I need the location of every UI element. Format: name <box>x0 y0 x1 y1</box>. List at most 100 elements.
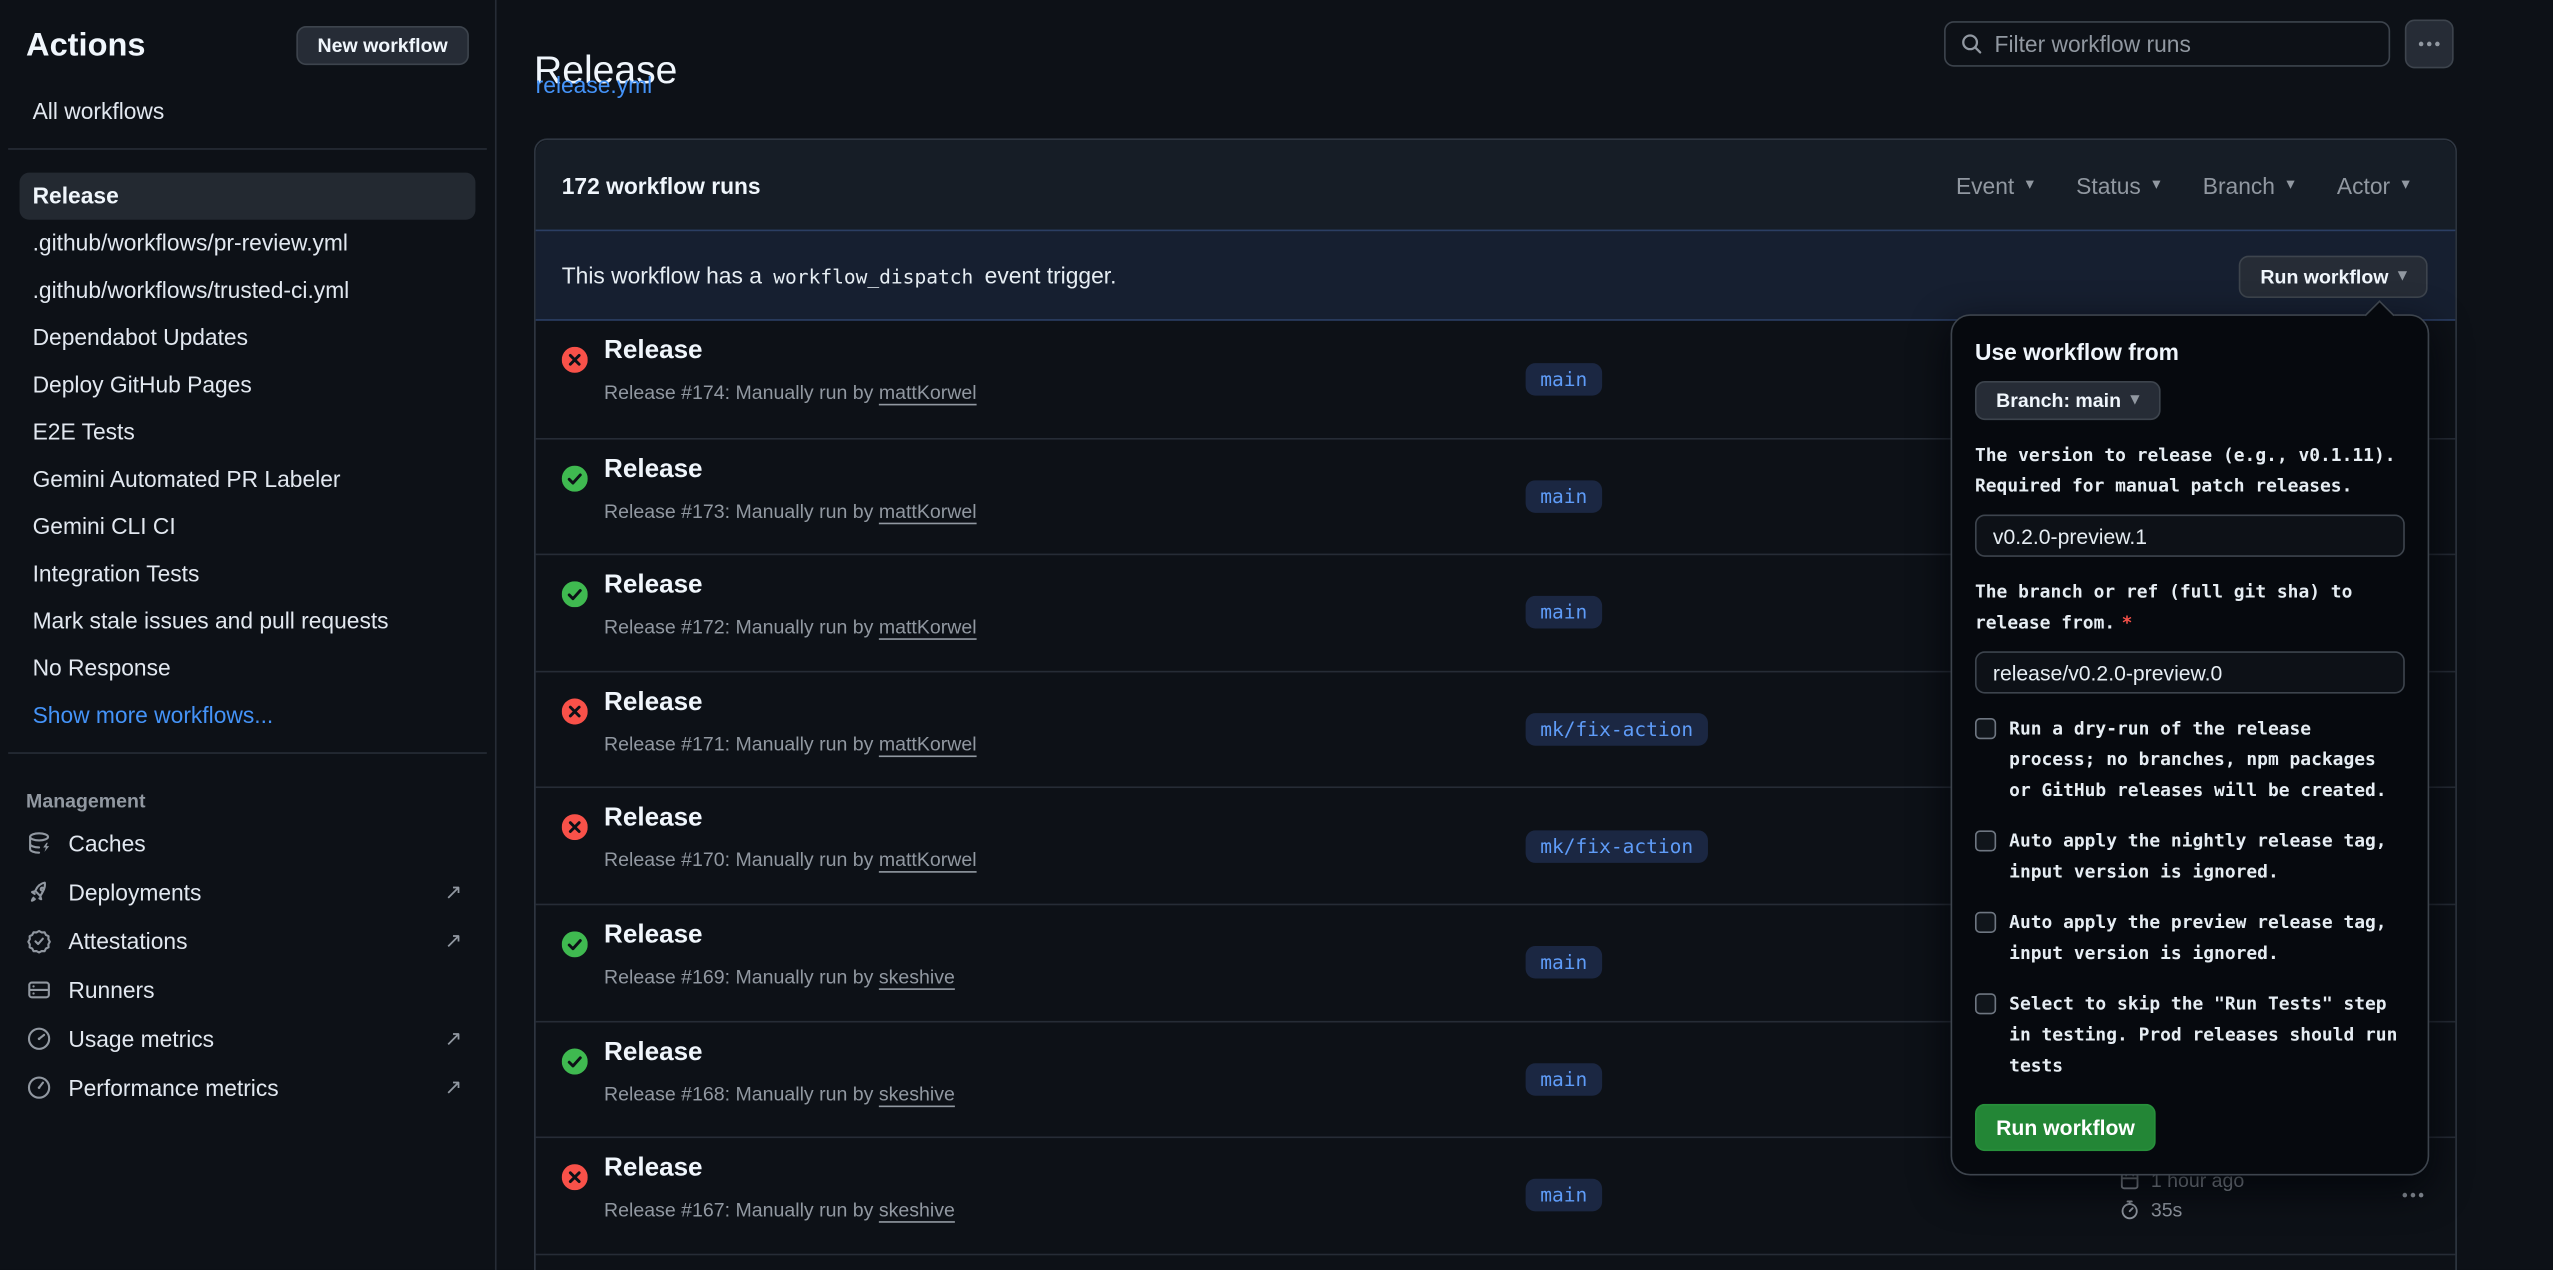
sidebar-item-workflow[interactable]: .github/workflows/trusted-ci.yml <box>20 267 476 314</box>
run-title-link[interactable]: Release <box>604 455 703 484</box>
sidebar-item-workflow[interactable]: Dependabot Updates <box>20 314 476 361</box>
workflow-nav: All workflows <box>0 88 495 135</box>
sidebar-item-workflow[interactable]: Gemini CLI CI <box>20 503 476 550</box>
run-description: Release #170: Manually run by mattKorwel <box>604 849 977 872</box>
run-workflow-dropdown-button[interactable]: Run workflow▾ <box>2239 256 2427 298</box>
sidebar-item-label: Usage metrics <box>68 1026 214 1052</box>
management-list: Caches ↗ Deployments ↗ Attestations ↗ <box>0 819 495 1112</box>
nightly-tag-checkbox[interactable] <box>1975 830 1996 851</box>
sidebar-item-workflow[interactable]: Deploy GitHub Pages <box>20 361 476 408</box>
workflow-file-link[interactable]: release.yml <box>536 72 653 98</box>
sidebar-item-workflow[interactable]: No Response <box>20 645 476 692</box>
run-title-link[interactable]: Release <box>604 337 703 366</box>
required-asterisk: * <box>2122 612 2133 633</box>
chevron-down-icon: ▾ <box>2398 269 2406 285</box>
external-link-icon: ↗ <box>445 928 463 954</box>
status-icon <box>562 698 588 724</box>
actor-link[interactable]: mattKorwel <box>879 499 977 522</box>
sidebar-item-performance-metrics[interactable]: Performance metrics ↗ <box>0 1063 495 1112</box>
actor-link[interactable]: mattKorwel <box>879 732 977 755</box>
run-title-link[interactable]: Release <box>604 1038 703 1067</box>
external-link-icon: ↗ <box>445 1075 463 1101</box>
actor-link[interactable]: skeshive <box>879 1082 955 1105</box>
workflow-dispatch-code: workflow_dispatch <box>773 265 973 288</box>
run-description: Release #169: Manually run by skeshive <box>604 965 955 988</box>
run-title-link[interactable]: Release <box>604 805 703 834</box>
new-workflow-button[interactable]: New workflow <box>296 26 469 65</box>
check-circle-icon <box>562 931 588 957</box>
sidebar-item-workflow[interactable]: E2E Tests <box>20 409 476 456</box>
ref-input[interactable] <box>1975 651 2405 693</box>
sidebar-item-workflow[interactable]: Gemini Automated PR Labeler <box>20 456 476 503</box>
workflow-list: Release .github/workflows/pr-review.yml … <box>0 173 495 740</box>
filter-status-dropdown[interactable]: Status▾ <box>2076 172 2160 198</box>
sidebar-item-release[interactable]: Release <box>20 173 476 220</box>
sidebar-item-deployments[interactable]: Deployments ↗ <box>0 868 495 917</box>
actor-link[interactable]: skeshive <box>879 1199 955 1222</box>
run-workflow-submit-button[interactable]: Run workflow <box>1975 1104 2156 1151</box>
branch-pill[interactable]: mk/fix-action <box>1526 713 1708 746</box>
filter-actor-dropdown[interactable]: Actor▾ <box>2337 172 2410 198</box>
filter-branch-dropdown[interactable]: Branch▾ <box>2203 172 2295 198</box>
sidebar-item-all-workflows[interactable]: All workflows <box>20 88 476 135</box>
actor-link[interactable]: skeshive <box>879 965 955 988</box>
run-description: Release #174: Manually run by mattKorwel <box>604 381 977 404</box>
checkbox-label: Auto apply the preview release tag, inpu… <box>2009 907 2405 969</box>
kebab-horizontal-icon <box>2416 31 2442 57</box>
sidebar-item-workflow[interactable]: .github/workflows/pr-review.yml <box>20 220 476 267</box>
sidebar-item-usage-metrics[interactable]: Usage metrics ↗ <box>0 1014 495 1063</box>
status-icon <box>562 1048 588 1074</box>
run-workflow-panel-title: Use workflow from <box>1975 339 2405 365</box>
branch-pill[interactable]: main <box>1526 946 1602 979</box>
sidebar-item-workflow[interactable]: Integration Tests <box>20 550 476 597</box>
banner-text: This workflow has aworkflow_dispatcheven… <box>562 262 1117 288</box>
actor-link[interactable]: mattKorwel <box>879 381 977 404</box>
workflow-run-row-partial <box>536 1253 2456 1270</box>
run-description: Release #173: Manually run by mattKorwel <box>604 499 977 522</box>
sidebar-item-runners[interactable]: Runners ↗ <box>0 966 495 1015</box>
preview-tag-checkbox[interactable] <box>1975 912 1996 933</box>
actions-page: Actions New workflow All workflows Relea… <box>0 0 2553 1270</box>
rocket-icon <box>26 879 52 905</box>
preview-tag-option: Auto apply the preview release tag, inpu… <box>1975 907 2405 969</box>
actions-sidebar: Actions New workflow All workflows Relea… <box>0 0 497 1270</box>
status-icon <box>562 931 588 957</box>
chevron-down-icon: ▾ <box>2402 177 2410 193</box>
show-more-workflows-link[interactable]: Show more workflows... <box>20 692 476 739</box>
run-workflow-panel: Use workflow from Branch: main▾ The vers… <box>1951 314 2430 1175</box>
chevron-down-icon: ▾ <box>2286 177 2294 193</box>
run-title-link[interactable]: Release <box>604 921 703 950</box>
sidebar-item-workflow[interactable]: Mark stale issues and pull requests <box>20 598 476 645</box>
x-circle-icon <box>562 815 588 841</box>
run-title-link[interactable]: Release <box>604 572 703 601</box>
skip-tests-checkbox[interactable] <box>1975 993 1996 1014</box>
sidebar-item-label: Attestations <box>68 928 187 954</box>
external-link-icon: ↗ <box>445 879 463 905</box>
run-title-link[interactable]: Release <box>604 688 703 717</box>
checkbox-label: Auto apply the nightly release tag, inpu… <box>2009 825 2405 887</box>
skip-tests-option: Select to skip the "Run Tests" step in t… <box>1975 988 2405 1081</box>
branch-pill[interactable]: main <box>1526 1063 1602 1096</box>
branch-selector-button[interactable]: Branch: main▾ <box>1975 381 2160 420</box>
version-input[interactable] <box>1975 515 2405 557</box>
run-title-link[interactable]: Release <box>604 1155 703 1184</box>
filter-workflow-runs-input[interactable] <box>1944 21 2390 67</box>
branch-pill[interactable]: main <box>1526 1180 1602 1213</box>
actor-link[interactable]: mattKorwel <box>879 849 977 872</box>
filter-event-dropdown[interactable]: Event▾ <box>1956 172 2034 198</box>
checkbox-label: Select to skip the "Run Tests" step in t… <box>2009 988 2405 1081</box>
cache-icon <box>26 830 52 856</box>
dry-run-checkbox[interactable] <box>1975 718 1996 739</box>
workflow-dispatch-banner: This workflow has aworkflow_dispatcheven… <box>536 230 2456 321</box>
nightly-tag-option: Auto apply the nightly release tag, inpu… <box>1975 825 2405 887</box>
sidebar-item-attestations[interactable]: Attestations ↗ <box>0 917 495 966</box>
run-description: Release #167: Manually run by skeshive <box>604 1199 955 1222</box>
branch-pill[interactable]: mk/fix-action <box>1526 830 1708 863</box>
actor-link[interactable]: mattKorwel <box>879 616 977 639</box>
branch-pill[interactable]: main <box>1526 597 1602 630</box>
workflow-options-kebab-button[interactable] <box>2405 20 2454 69</box>
run-options-kebab-button[interactable] <box>2393 1176 2432 1215</box>
sidebar-item-caches[interactable]: Caches ↗ <box>0 819 495 868</box>
branch-pill[interactable]: main <box>1526 480 1602 513</box>
branch-pill[interactable]: main <box>1526 363 1602 396</box>
